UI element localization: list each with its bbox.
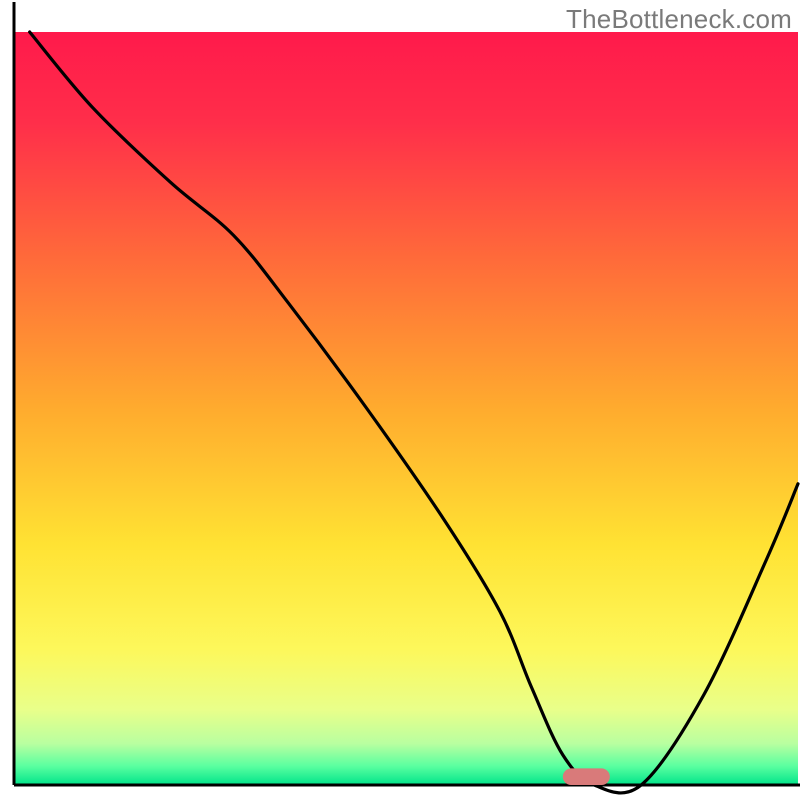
chart-container: TheBottleneck.com <box>0 0 800 800</box>
bottleneck-chart <box>0 0 800 800</box>
watermark-text: TheBottleneck.com <box>566 4 792 35</box>
optimal-marker <box>563 768 610 785</box>
